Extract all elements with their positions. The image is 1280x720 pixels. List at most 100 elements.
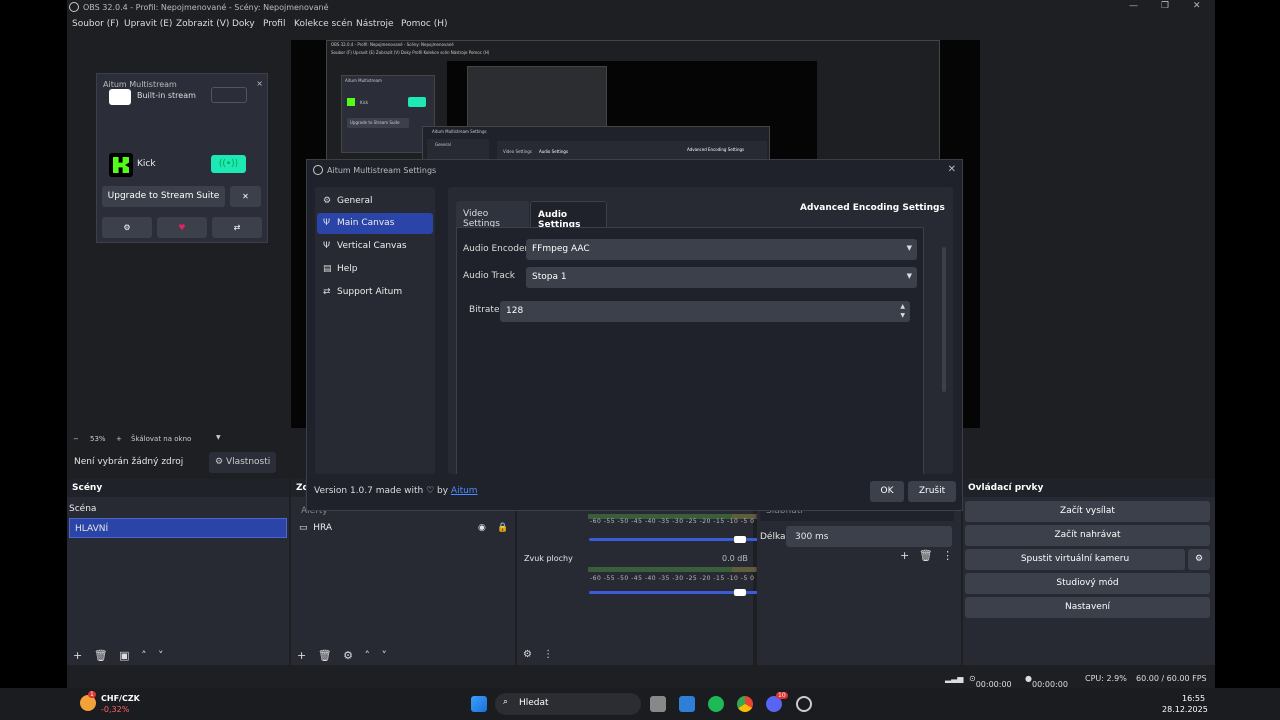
start-recording-button[interactable]: Začít nahrávat: [965, 525, 1210, 546]
start-streaming-button[interactable]: Začít vysílat: [965, 501, 1210, 522]
advanced-encoding-label[interactable]: Advanced Encoding Settings: [800, 203, 945, 213]
mixer-ticks-2: -60 -55 -50 -45 -40 -35 -30 -25 -20 -15 …: [590, 575, 755, 582]
mixer-channel-name: Zvuk plochy: [524, 554, 573, 563]
ok-button[interactable]: OK: [870, 481, 904, 502]
sidebar-general-label: General: [337, 196, 373, 206]
scale-chevron-down-icon[interactable]: ▼: [216, 434, 221, 441]
antenna-icon: Ψ: [323, 241, 331, 251]
aitum-link[interactable]: Aitum: [451, 486, 478, 496]
nested-dock-title: Aitum Multistream: [345, 78, 382, 83]
scenes-toolbar[interactable]: + 🗑 ▣ ˄ ˅: [73, 649, 164, 662]
signal-icon: ▂▃▅: [945, 674, 964, 683]
menu-pomoc[interactable]: Pomoc (H): [401, 19, 448, 29]
settings-button[interactable]: Nastavení: [965, 597, 1210, 618]
virtual-camera-gear-icon[interactable]: ⚙: [1188, 549, 1210, 570]
title-bar: OBS 32.0.4 - Profil: Nepojmenované - Scé…: [67, 0, 1215, 15]
fps-display: 60.00 / 60.00 FPS: [1136, 674, 1207, 683]
cpu-usage: CPU: 2.9%: [1085, 674, 1127, 683]
start-icon[interactable]: [471, 696, 487, 712]
dock-settings-button[interactable]: ⚙: [102, 217, 152, 238]
cancel-button[interactable]: Zrušit: [908, 481, 956, 502]
sidebar-item-support[interactable]: ⇄ Support Aitum: [317, 282, 433, 303]
sources-toolbar[interactable]: + 🗑 ⚙ ˄ ˅: [297, 649, 387, 662]
sidebar-item-help[interactable]: ▤ Help: [317, 259, 433, 280]
menu-zobrazit[interactable]: Zobrazit (V): [176, 19, 229, 29]
start-virtual-camera-button[interactable]: Spustit virtuální kameru: [965, 549, 1185, 570]
sidebar-item-vertical-canvas[interactable]: Ψ Vertical Canvas: [317, 236, 433, 257]
audio-settings-panel: Audio Encoder FFmpeg AAC ▼ Audio Track St…: [456, 227, 924, 474]
menu-doky[interactable]: Doky: [232, 19, 255, 29]
multistream-settings-dialog: Aitum Multistream Settings ✕ ⚙ General ΨM…: [306, 159, 963, 511]
nested-adv: Advanced Encoding Settings: [687, 147, 745, 152]
spinner-icon[interactable]: ▲ ▼: [900, 302, 905, 320]
mixer-ticks-1: -60 -55 -50 -45 -40 -35 -30 -25 -20 -15 …: [590, 518, 755, 525]
version-label: Version 1.0.7 made with ♡ by: [314, 486, 449, 496]
minimize-icon[interactable]: —: [1129, 1, 1138, 11]
bitrate-input[interactable]: 128 ▲ ▼: [500, 301, 910, 322]
dialog-scrollbar[interactable]: [942, 247, 946, 392]
lock-icon[interactable]: 🔒: [497, 523, 508, 533]
maximize-icon[interactable]: ❐: [1161, 1, 1169, 11]
menu-profil[interactable]: Profil: [263, 19, 285, 29]
window-title: OBS 32.0.4 - Profil: Nepojmenované - Scé…: [83, 3, 329, 12]
task-view-icon[interactable]: [650, 696, 666, 712]
tab-audio-settings[interactable]: Audio Settings: [530, 201, 607, 230]
mixer-toolbar[interactable]: ⚙ ⋮: [523, 649, 553, 660]
properties-label: Vlastnosti: [225, 457, 271, 467]
upgrade-button[interactable]: Upgrade to Stream Suite: [102, 186, 225, 207]
search-box[interactable]: ⌕ Hledat: [495, 693, 641, 715]
windows-taskbar: 1 CHF/CZK -0,32% ⌕ Hledat 10 16:55 28.12.…: [0, 688, 1280, 720]
sidebar-item-general[interactable]: ⚙ General: [317, 191, 433, 212]
menu-upravit[interactable]: Upravit (E): [124, 19, 172, 29]
clock-date[interactable]: 28.12.2025: [1162, 705, 1208, 714]
menu-soubor[interactable]: Soubor (F): [72, 19, 119, 29]
stream-time: ⊙ 00:00:00: [969, 674, 1012, 689]
dock-dismiss-button[interactable]: ✕: [230, 186, 261, 207]
audio-encoder-select[interactable]: FFmpeg AAC ▼: [526, 239, 917, 260]
dock-share-button[interactable]: ⇄: [212, 217, 262, 238]
scene-item-selected[interactable]: HLAVNÍ: [69, 518, 287, 538]
close-icon[interactable]: ✕: [1193, 1, 1201, 11]
tab-video-settings[interactable]: Video Settings: [456, 201, 529, 229]
eye-icon[interactable]: ◉: [478, 523, 486, 533]
nested-side: General: [427, 139, 489, 161]
dialog-close-icon[interactable]: ✕: [948, 164, 956, 175]
chrome-icon[interactable]: [737, 696, 753, 712]
dock-row1-toggle[interactable]: [211, 87, 247, 103]
audio-encoder-value: FFmpeg AAC: [532, 244, 590, 254]
properties-button[interactable]: ⚙ Vlastnosti: [209, 452, 276, 473]
kick-stream-toggle[interactable]: ((•)): [211, 155, 246, 173]
search-label: Hledat: [519, 698, 549, 708]
audio-track-select[interactable]: Stopa 1 ▼: [526, 267, 917, 288]
weather-badge: 1: [88, 691, 96, 698]
clock-time[interactable]: 16:55: [1182, 694, 1205, 703]
file-explorer-icon[interactable]: [679, 696, 695, 712]
nested-kick-label: Kick: [360, 100, 369, 105]
sidebar-item-main-canvas[interactable]: Ψ Main Canvas: [317, 213, 433, 234]
studio-mode-button[interactable]: Studiový mód: [965, 573, 1210, 594]
nested-menu: Soubor (F) Upravit (E) Zobrazit (V) Doky…: [331, 50, 490, 55]
source-item-hra[interactable]: ▭ HRA: [299, 523, 332, 533]
menu-bar: Soubor (F) Upravit (E) Zobrazit (V) Doky…: [67, 15, 1215, 33]
duration-input[interactable]: 300 ms: [786, 526, 952, 547]
zoom-out-button[interactable]: −: [73, 435, 79, 443]
dock-heart-button[interactable]: ♥: [157, 217, 207, 238]
sources-title: Zd: [291, 479, 309, 497]
source-hra-label: HRA: [313, 523, 333, 533]
menu-nastroje[interactable]: Nástroje: [356, 19, 394, 29]
sidebar-vertical-canvas-label: Vertical Canvas: [337, 241, 407, 251]
menu-kolekce-scen[interactable]: Kolekce scén: [294, 19, 352, 29]
transitions-toolbar[interactable]: + 🗑 ⋮: [900, 549, 953, 562]
mixer-volume-knob-2[interactable]: [734, 589, 746, 596]
zoom-in-button[interactable]: +: [116, 435, 122, 443]
spotify-icon[interactable]: [708, 696, 724, 712]
scale-select[interactable]: Škálovat na okno: [131, 435, 191, 443]
nested-dialog-title: Aitum Multistream Settings: [432, 129, 487, 134]
scene-item[interactable]: Scéna: [69, 504, 96, 514]
obs-taskbar-icon[interactable]: [796, 696, 812, 712]
zoom-level: 53%: [90, 435, 106, 443]
nested-dock: Aitum Multistream Kick Upgrade to Stream…: [341, 75, 435, 153]
ticker-name[interactable]: CHF/CZK: [101, 694, 140, 703]
mixer-volume-knob-1[interactable]: [734, 536, 746, 543]
scenes-dock: Scény Scéna HLAVNÍ + 🗑 ▣ ˄ ˅: [67, 479, 289, 665]
